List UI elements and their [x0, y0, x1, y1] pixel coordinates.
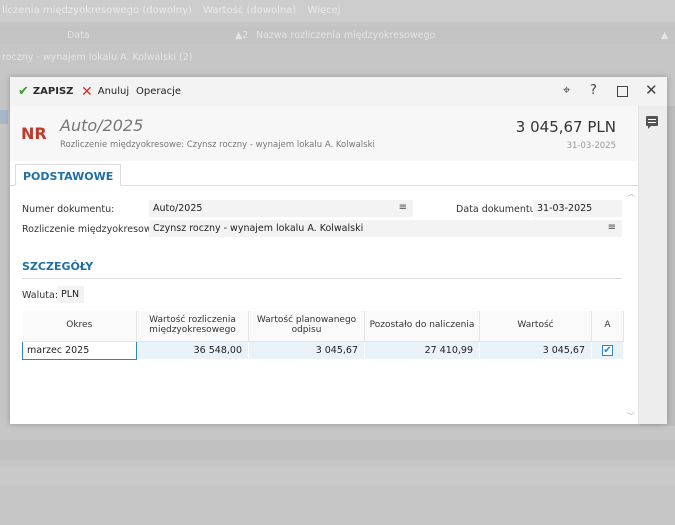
- tab-bar: PODSTAWOWE: [10, 161, 638, 186]
- currency-field[interactable]: PLN: [57, 286, 84, 303]
- cell-remaining[interactable]: 27 410,99: [364, 341, 480, 359]
- settlement-dialog: ✔ ZAPISZ ✕ Anuluj Operacje ⌖ ? ✕ NR Auto…: [10, 77, 667, 424]
- doc-number-label: Numer dokumentu:: [22, 204, 115, 215]
- cancel-label: Anuluj: [97, 86, 130, 97]
- pin-icon[interactable]: ⌖: [563, 83, 570, 98]
- filter-more[interactable]: Więcej: [308, 5, 341, 16]
- column-planned-writeoff[interactable]: Wartość planowanego odpisu: [248, 311, 365, 342]
- section-divider: [22, 278, 622, 279]
- maximize-icon[interactable]: [617, 86, 628, 97]
- comment-icon[interactable]: [646, 116, 658, 129]
- scroll-up-icon[interactable]: ︿: [627, 188, 635, 199]
- background-selection-marker: [0, 110, 8, 124]
- currency-label: Waluta:: [22, 290, 59, 301]
- doc-date-field[interactable]: 31-03-2025: [533, 200, 622, 217]
- operations-menu[interactable]: Operacje: [136, 84, 181, 99]
- settlement-value: Czynsz roczny - wynajem lokalu A. Kolwal…: [153, 223, 364, 234]
- scroll-down-icon[interactable]: ﹀: [627, 411, 635, 422]
- doc-date-label: Data dokumentu:: [456, 204, 539, 215]
- currency-value: PLN: [61, 289, 80, 300]
- doc-date-value: 31-03-2025: [537, 203, 593, 214]
- background-filter-bar: liczenia międzyokresowego (dowolny) Wart…: [0, 0, 675, 22]
- save-button[interactable]: ✔ ZAPISZ: [18, 84, 73, 99]
- settlement-label: Rozliczenie międzyokresowe:: [22, 224, 161, 235]
- document-header: NR Auto/2025 Rozliczenie międzyokresowe:…: [10, 106, 638, 161]
- cell-planned-writeoff[interactable]: 3 045,67: [248, 341, 365, 359]
- close-icon[interactable]: ✕: [645, 81, 658, 99]
- column-a[interactable]: A: [591, 311, 624, 342]
- table-header-row: Okres Wartość rozliczenia międzyokresowe…: [22, 311, 624, 342]
- document-date: 31-03-2025: [566, 141, 616, 151]
- filter-settlement[interactable]: liczenia międzyokresowego (dowolny): [2, 5, 192, 16]
- menu-icon[interactable]: ≡: [399, 202, 407, 213]
- close-x-icon: ✕: [81, 83, 93, 100]
- doc-number-value: Auto/2025: [153, 203, 203, 214]
- cell-settlement-value[interactable]: 36 548,00: [136, 341, 249, 359]
- column-remaining[interactable]: Pozostało do naliczenia: [364, 311, 480, 342]
- cancel-button[interactable]: ✕ Anuluj: [81, 83, 130, 100]
- column-settlement-value[interactable]: Wartość rozliczenia międzyokresowego: [136, 311, 249, 342]
- background-row: [0, 440, 675, 460]
- side-panel: [638, 106, 667, 424]
- column-period[interactable]: Okres: [22, 311, 137, 342]
- sort-indicator: ▲2: [235, 30, 249, 41]
- dialog-toolbar: ✔ ZAPISZ ✕ Anuluj Operacje ⌖ ? ✕: [10, 77, 667, 106]
- document-title: Auto/2025: [60, 116, 144, 135]
- row-checkbox[interactable]: ✔: [602, 344, 613, 356]
- operations-label: Operacje: [136, 86, 182, 97]
- document-amount: 3 045,67 PLN: [515, 118, 616, 136]
- cell-a[interactable]: ✔: [591, 341, 624, 359]
- menu-icon[interactable]: ≡: [608, 222, 616, 233]
- doc-number-field[interactable]: Auto/2025 ≡: [149, 200, 413, 217]
- details-table: Okres Wartość rozliczenia międzyokresowe…: [22, 311, 624, 360]
- column-arrow-icon: ▲: [661, 30, 669, 41]
- help-icon[interactable]: ?: [590, 83, 597, 98]
- tab-basic[interactable]: PODSTAWOWE: [15, 164, 122, 186]
- table-row[interactable]: marzec 2025 36 548,00 3 045,67 27 410,99…: [22, 340, 624, 360]
- cell-period[interactable]: marzec 2025: [22, 340, 137, 360]
- cell-value[interactable]: 3 045,67: [479, 341, 592, 359]
- background-grid-header: Data ▲2 Nazwa rozliczenia międzyokresowe…: [0, 26, 675, 44]
- document-subtitle: Rozliczenie międzyokresowe: Czynsz roczn…: [60, 140, 375, 150]
- background-group-row[interactable]: roczny - wynajem lokalu A. Kolwalski (2): [0, 48, 675, 66]
- column-date[interactable]: Data: [67, 30, 90, 41]
- background-row: [0, 466, 675, 486]
- section-title-details: SZCZEGÓŁY: [22, 260, 94, 273]
- settlement-field[interactable]: Czynsz roczny - wynajem lokalu A. Kolwal…: [149, 220, 622, 237]
- filter-value[interactable]: Wartość (dowolna): [203, 5, 296, 16]
- document-type-badge: NR: [21, 124, 47, 143]
- check-icon: ✔: [18, 84, 29, 99]
- column-name[interactable]: Nazwa rozliczenia międzyokresowego: [256, 30, 435, 41]
- column-value[interactable]: Wartość: [479, 311, 592, 342]
- save-label: ZAPISZ: [32, 86, 74, 97]
